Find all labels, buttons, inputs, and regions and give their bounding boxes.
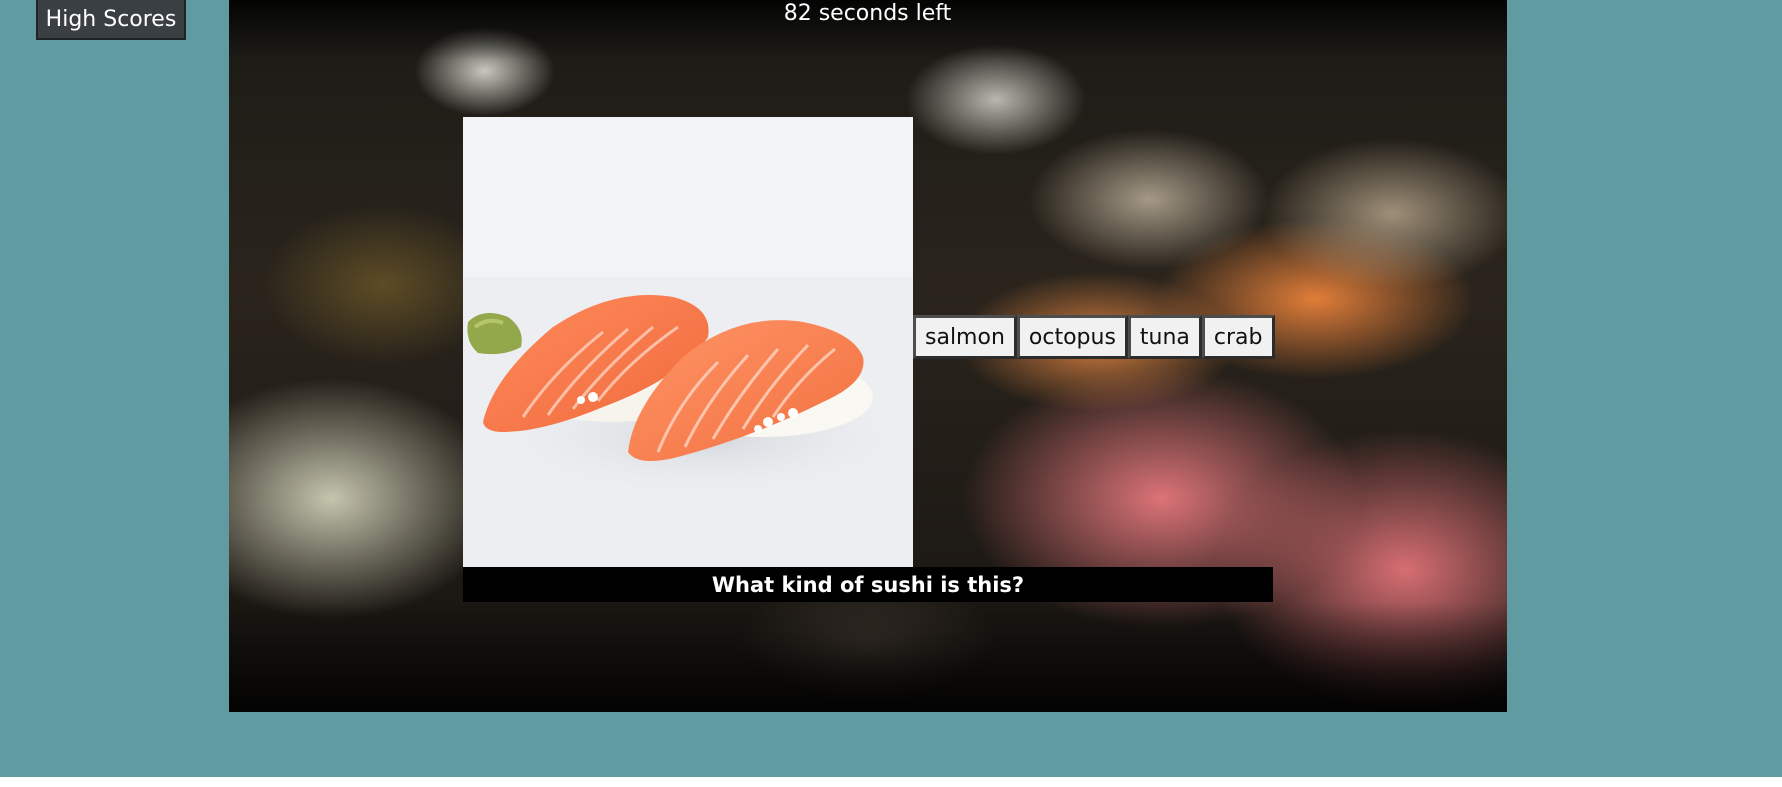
- salmon-nigiri-photo: [463, 117, 913, 567]
- answer-button-salmon[interactable]: salmon: [913, 315, 1017, 359]
- question-bar: What kind of sushi is this?: [463, 567, 1273, 602]
- countdown-timer: 82 seconds left: [783, 1, 952, 26]
- salmon-nigiri-illustration: [463, 117, 913, 567]
- answer-button-crab[interactable]: crab: [1201, 315, 1275, 359]
- answer-options: salmon octopus tuna crab: [913, 315, 1275, 359]
- answer-button-tuna[interactable]: tuna: [1127, 315, 1202, 359]
- photo-shade-bottom: [229, 602, 1507, 712]
- answer-button-octopus[interactable]: octopus: [1016, 315, 1128, 359]
- page-bottom-strip: [0, 777, 1782, 787]
